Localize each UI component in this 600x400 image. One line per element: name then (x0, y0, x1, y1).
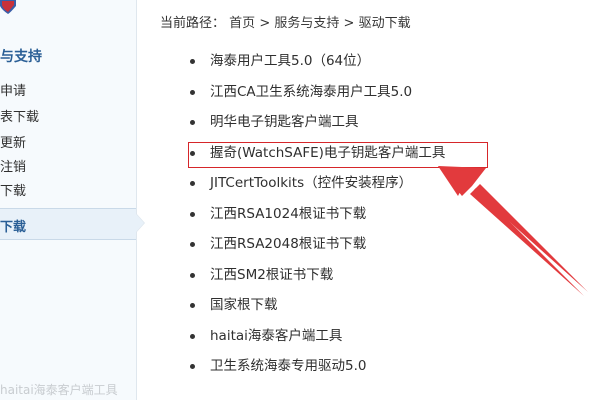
sidebar-panel: 与支持 申请 表下载 更新 注销 下载 下载 haitai海泰客户端工具 (0, 0, 137, 400)
list-item: 江西SM2根证书下载 (190, 266, 445, 297)
annotation-highlight-box (188, 142, 488, 168)
active-pointer-fill (136, 214, 144, 232)
download-link-rsa1024-root[interactable]: 江西RSA1024根证书下载 (210, 206, 366, 222)
bullet-icon (190, 303, 195, 308)
bullet-icon (190, 211, 195, 217)
list-item: 海泰用户工具5.0（64位） (190, 52, 445, 83)
breadcrumb-prefix: 当前路径： (160, 16, 226, 31)
shield-logo-icon (0, 0, 16, 14)
list-item: 卫生系统海泰专用驱动5.0 (190, 357, 445, 388)
list-item: 江西RSA2048根证书下载 (190, 235, 445, 266)
sidebar-item-driver-download[interactable]: 下载 (0, 208, 136, 240)
bullet-icon (190, 364, 195, 369)
breadcrumb: 当前路径： 首页 > 服务与支持 > 驱动下载 (160, 12, 411, 31)
bullet-icon (190, 59, 195, 64)
sidebar: 与支持 申请 表下载 更新 注销 下载 下载 haitai海泰客户端工具 (0, 0, 145, 400)
breadcrumb-current: 驱动下载 (358, 16, 411, 31)
list-item: 明华电子钥匙客户端工具 (190, 113, 445, 144)
breadcrumb-separator: > (259, 16, 271, 31)
download-link-haitai-client[interactable]: haitai海泰客户端工具 (210, 328, 342, 344)
download-link-jiangxi-ca-haitai[interactable]: 江西CA卫生系统海泰用户工具5.0 (210, 84, 412, 100)
bullet-icon (190, 242, 195, 247)
breadcrumb-separator: > (343, 16, 355, 31)
download-link-health-haitai-driver[interactable]: 卫生系统海泰专用驱动5.0 (210, 358, 366, 374)
download-link-jitcerttoolkits[interactable]: JITCertToolkits（控件安装程序） (210, 175, 412, 191)
sidebar-item-cancel[interactable]: 注销 (0, 156, 26, 175)
list-item: 国家根下载 (190, 296, 445, 327)
bullet-icon (190, 89, 195, 95)
download-list: 海泰用户工具5.0（64位） 江西CA卫生系统海泰用户工具5.0 明华电子钥匙客… (190, 52, 445, 388)
bullet-icon (190, 333, 195, 339)
download-link-minghua-key[interactable]: 明华电子钥匙客户端工具 (210, 114, 359, 130)
list-item: 江西RSA1024根证书下载 (190, 205, 445, 236)
list-item: 江西CA卫生系统海泰用户工具5.0 (190, 83, 445, 114)
download-link-sm2-root[interactable]: 江西SM2根证书下载 (210, 267, 333, 283)
bullet-icon (190, 120, 195, 125)
list-item: JITCertToolkits（控件安装程序） (190, 174, 445, 205)
breadcrumb-section-link[interactable]: 服务与支持 (274, 16, 339, 31)
sidebar-item-form-download[interactable]: 表下载 (0, 106, 39, 125)
breadcrumb-home-link[interactable]: 首页 (229, 16, 255, 31)
bullet-icon (190, 272, 195, 278)
list-item: haitai海泰客户端工具 (190, 327, 445, 358)
sidebar-item-apply[interactable]: 申请 (0, 80, 26, 99)
sidebar-item-download[interactable]: 下载 (0, 180, 26, 199)
download-link-rsa2048-root[interactable]: 江西RSA2048根证书下载 (210, 236, 366, 252)
bullet-icon (190, 181, 195, 186)
sidebar-footer-faint-text: haitai海泰客户端工具 (0, 383, 118, 397)
download-link-haitai-64[interactable]: 海泰用户工具5.0（64位） (210, 53, 370, 69)
download-link-national-root[interactable]: 国家根下载 (210, 297, 278, 313)
sidebar-item-update[interactable]: 更新 (0, 132, 26, 151)
sidebar-title: 与支持 (0, 49, 42, 65)
sidebar-active-label: 下载 (0, 220, 27, 235)
